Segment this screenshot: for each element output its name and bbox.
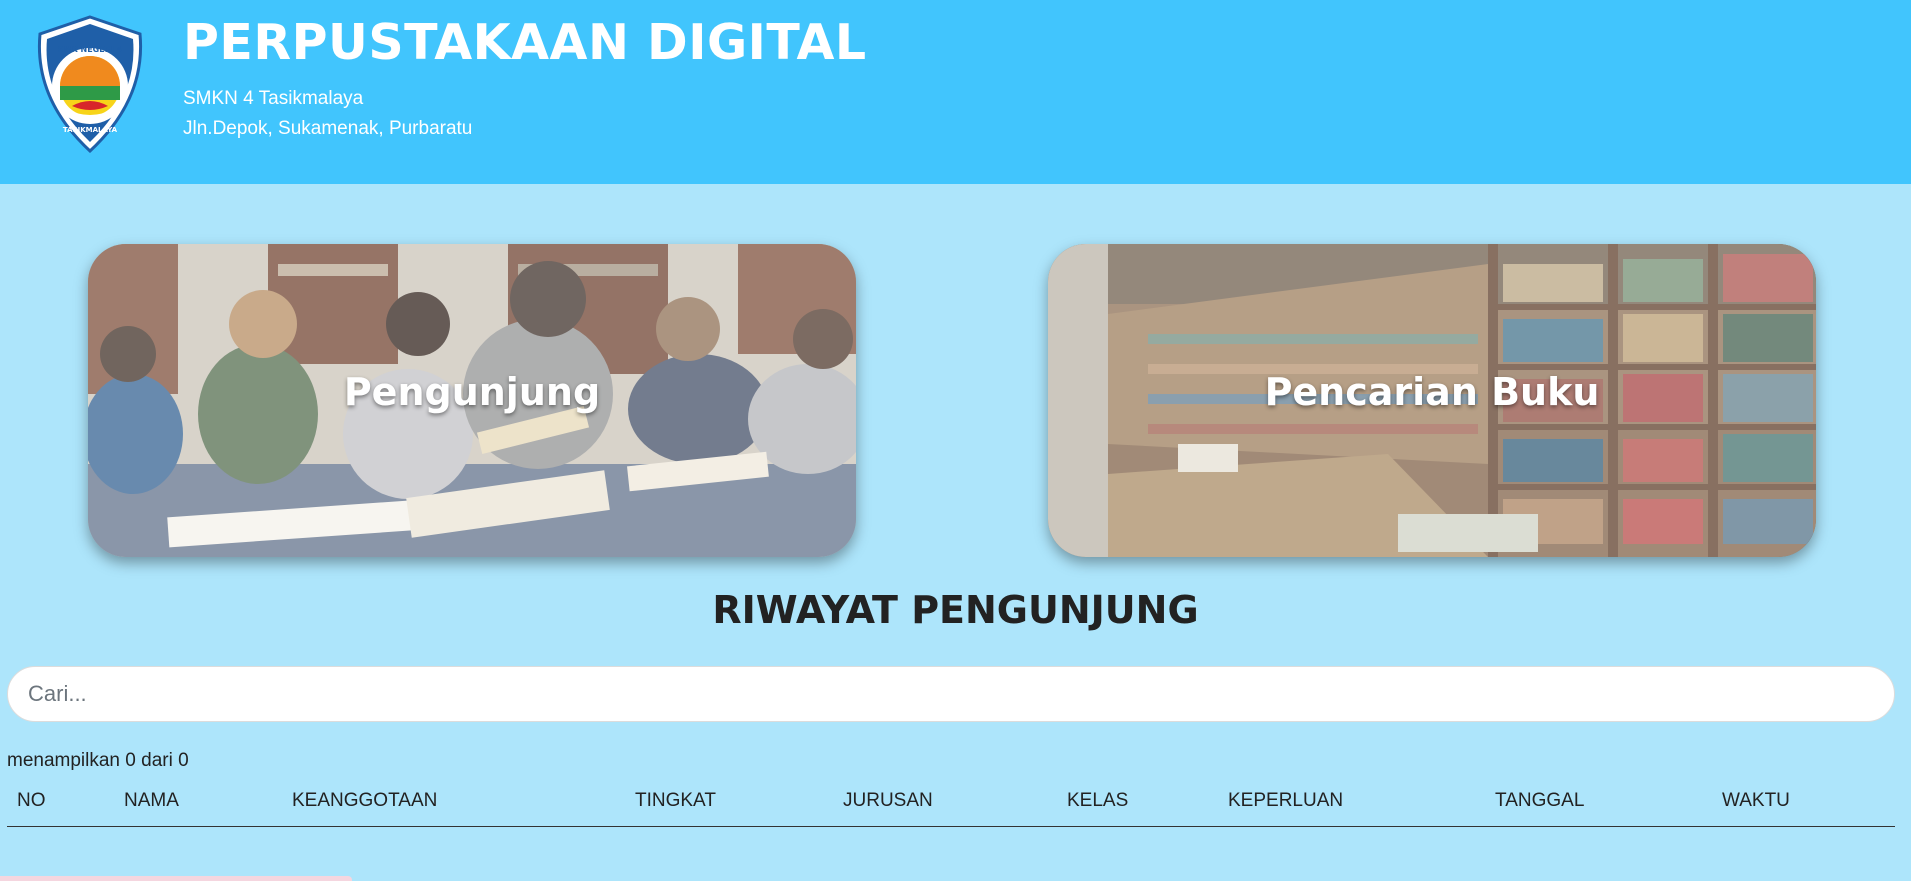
logo-bottom-text: TASIKMALAYA [63,126,118,134]
column-header-tingkat: TINGKAT [635,790,716,811]
partial-bottom-element [0,876,352,881]
search-input[interactable] [7,666,1895,722]
column-header-tanggal: TANGGAL [1495,790,1585,811]
book-search-card[interactable]: Pencarian Buku [1048,244,1816,557]
school-logo: SMK NEGERI 4 TASIKMALAYA [30,14,150,154]
school-name: SMKN 4 Tasikmalaya [183,88,364,109]
visitor-card[interactable]: Pengunjung [88,244,856,557]
site-header: SMK NEGERI 4 TASIKMALAYA PERPUSTAKAAN DI… [0,0,1911,184]
visitor-table-header: NO NAMA KEANGGOTAAN TINGKAT JURUSAN KELA… [7,788,1895,827]
column-header-keperluan: KEPERLUAN [1228,790,1344,811]
book-search-card-label: Pencarian Buku [1264,370,1600,414]
visitor-card-label: Pengunjung [343,370,601,414]
school-address: Jln.Depok, Sukamenak, Purbaratu [183,118,473,139]
column-header-kelas: KELAS [1067,790,1129,811]
logo-top-text: SMK NEGERI 4 [58,45,123,54]
column-header-keanggotaan: KEANGGOTAAN [292,790,438,811]
column-header-waktu: WAKTU [1722,790,1790,811]
column-header-no: NO [17,790,46,811]
site-title: PERPUSTAKAAN DIGITAL [183,14,867,71]
column-header-nama: NAMA [124,790,179,811]
results-count: menampilkan 0 dari 0 [7,750,189,771]
column-header-jurusan: JURUSAN [843,790,933,811]
visitor-history-title: RIWAYAT PENGUNJUNG [712,588,1199,632]
